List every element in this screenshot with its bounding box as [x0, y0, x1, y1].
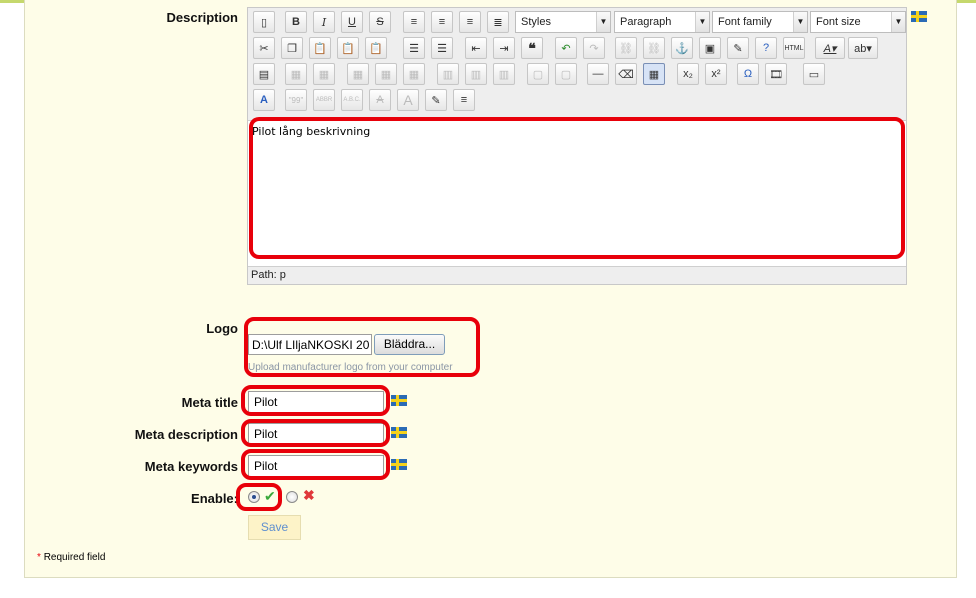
horizontal-rule-icon[interactable]: — [587, 63, 609, 85]
new-document-icon[interactable]: ▯ [253, 11, 275, 33]
remove-format-icon[interactable]: ⌫ [615, 63, 637, 85]
ins-icon[interactable]: A [397, 89, 419, 111]
redo-icon[interactable]: ↷ [583, 37, 605, 59]
superscript-button[interactable]: x² [705, 63, 727, 85]
visual-aid-icon[interactable]: ▦ [643, 63, 665, 85]
enable-highlight [236, 483, 282, 511]
logo-label: Logo [206, 321, 238, 336]
font-family-dropdown-label: Font family [718, 16, 772, 28]
logo-highlight [244, 317, 480, 377]
paste-word-icon[interactable]: 📋 [365, 37, 387, 59]
split-cells-icon[interactable]: ▢ [527, 63, 549, 85]
paste-text-icon[interactable]: 📋 [337, 37, 359, 59]
numbered-list-icon[interactable]: ☰ [431, 37, 453, 59]
underline-button[interactable]: U [341, 11, 363, 33]
chevron-down-icon: ▼ [793, 12, 807, 32]
meta-description-label: Meta description [134, 427, 238, 442]
media-icon[interactable]: 🎞 [765, 63, 787, 85]
highlight-color-icon[interactable]: ab▾ [848, 37, 878, 59]
styles-dropdown-label: Styles [521, 16, 551, 28]
required-field-note: * Required field [37, 552, 105, 563]
align-left-icon[interactable]: ≡ [403, 11, 425, 33]
undo-icon[interactable]: ↶ [555, 37, 577, 59]
copy-icon[interactable]: ❐ [281, 37, 303, 59]
merge-cells-icon[interactable]: ▢ [555, 63, 577, 85]
nonbreaking-icon[interactable]: ≡ [453, 89, 475, 111]
abbr-icon[interactable]: ABBR [313, 89, 335, 111]
meta-title-highlight [241, 385, 390, 416]
meta-title-label: Meta title [181, 395, 238, 410]
font-family-dropdown[interactable]: Font family ▼ [712, 11, 808, 33]
font-size-dropdown-label: Font size [816, 16, 861, 28]
row-before-icon[interactable]: ▦ [347, 63, 369, 85]
align-justify-icon[interactable]: ≣ [487, 11, 509, 33]
chevron-down-icon: ▼ [891, 12, 905, 32]
swedish-flag-icon [391, 459, 407, 470]
enable-label: Enable: [191, 491, 238, 506]
enable-no-radio[interactable] [286, 491, 298, 503]
outdent-icon[interactable]: ⇤ [465, 37, 487, 59]
font-size-dropdown[interactable]: Font size ▼ [810, 11, 906, 33]
swedish-flag-icon [391, 395, 407, 406]
bullet-list-icon[interactable]: ☰ [403, 37, 425, 59]
col-after-icon[interactable]: ▥ [465, 63, 487, 85]
align-right-icon[interactable]: ≡ [459, 11, 481, 33]
paragraph-dropdown-label: Paragraph [620, 16, 672, 28]
bold-button[interactable]: B [285, 11, 307, 33]
styles-props-icon[interactable]: A [253, 89, 275, 111]
subscript-button[interactable]: x₂ [677, 63, 699, 85]
table-cell-props-icon[interactable]: ▦ [313, 63, 335, 85]
chevron-down-icon: ▼ [695, 12, 709, 32]
swedish-flag-icon [391, 427, 407, 438]
col-before-icon[interactable]: ▥ [437, 63, 459, 85]
paragraph-dropdown[interactable]: Paragraph ▼ [614, 11, 710, 33]
delete-row-icon[interactable]: ▦ [403, 63, 425, 85]
italic-button[interactable]: I [313, 11, 335, 33]
strikethrough-button[interactable]: S [369, 11, 391, 33]
cut-icon[interactable]: ✂ [253, 37, 275, 59]
indent-icon[interactable]: ⇥ [493, 37, 515, 59]
attributes-icon[interactable]: ✎ [425, 89, 447, 111]
chevron-down-icon: ▼ [596, 12, 610, 32]
html-source-icon[interactable]: HTML [783, 37, 805, 59]
required-field-text: Required field [43, 552, 106, 563]
help-icon[interactable]: ? [755, 37, 777, 59]
styles-dropdown[interactable]: Styles ▼ [515, 11, 611, 33]
anchor-icon[interactable]: ⚓ [671, 37, 693, 59]
meta-keywords-label: Meta keywords [144, 459, 238, 474]
description-highlight [249, 117, 905, 259]
cleanup-icon[interactable]: ✎ [727, 37, 749, 59]
table-row-props-icon[interactable]: ▦ [285, 63, 307, 85]
template-icon[interactable]: ▭ [803, 63, 825, 85]
insert-date-icon[interactable]: ▤ [253, 63, 275, 85]
description-label: Description [166, 10, 238, 25]
save-button[interactable]: Save [248, 515, 301, 540]
unlink-icon[interactable]: ⛓ [643, 37, 665, 59]
del-icon[interactable]: A [369, 89, 391, 111]
editor-path-bar: Path: p [248, 266, 906, 284]
blockquote-button[interactable]: ❝ [521, 37, 543, 59]
paste-icon[interactable]: 📋 [309, 37, 331, 59]
cite-icon[interactable]: "99" [285, 89, 307, 111]
swedish-flag-icon [911, 11, 927, 22]
special-char-button[interactable]: Ω [737, 63, 759, 85]
meta-keywords-highlight [241, 449, 390, 480]
image-icon[interactable]: ▣ [699, 37, 721, 59]
acronym-icon[interactable]: A.B.C. [341, 89, 363, 111]
cross-icon: ✖ [303, 487, 315, 503]
delete-col-icon[interactable]: ▥ [493, 63, 515, 85]
required-star: * [37, 552, 41, 563]
meta-description-highlight [241, 419, 390, 447]
row-after-icon[interactable]: ▦ [375, 63, 397, 85]
text-color-icon[interactable]: A▾ [815, 37, 845, 59]
align-center-icon[interactable]: ≡ [431, 11, 453, 33]
link-icon[interactable]: ⛓ [615, 37, 637, 59]
